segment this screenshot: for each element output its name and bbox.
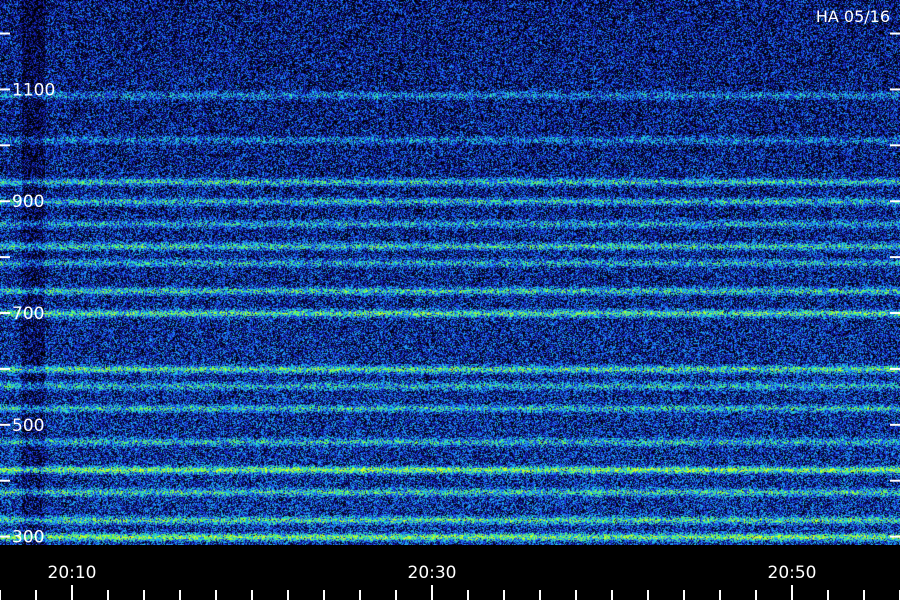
- x-axis: 20:10 20:30 20:50: [0, 563, 900, 600]
- spectrogram-axes: 300 500 700 900 1100 20:10 20:30 20:50 HA 05/1…: [0, 7, 900, 600]
- y-tick-label: 1100: [12, 80, 55, 100]
- x-tick-label: 20:50: [768, 563, 817, 583]
- x-tick-label: 20:10: [48, 563, 97, 583]
- station-date-label: HA 05/16: [816, 7, 890, 26]
- x-tick-label: 20:30: [408, 563, 457, 583]
- spectrogram-panel: 300 500 700 900 1100 20:10 20:30 20:50 HA 05/1…: [0, 0, 900, 600]
- y-tick-label: 300: [12, 528, 44, 548]
- y-tick-label: 500: [12, 416, 44, 436]
- y-tick-label: 900: [12, 192, 44, 212]
- y-axis: 300 500 700 900 1100: [0, 32, 900, 548]
- y-tick-label: 700: [12, 304, 44, 324]
